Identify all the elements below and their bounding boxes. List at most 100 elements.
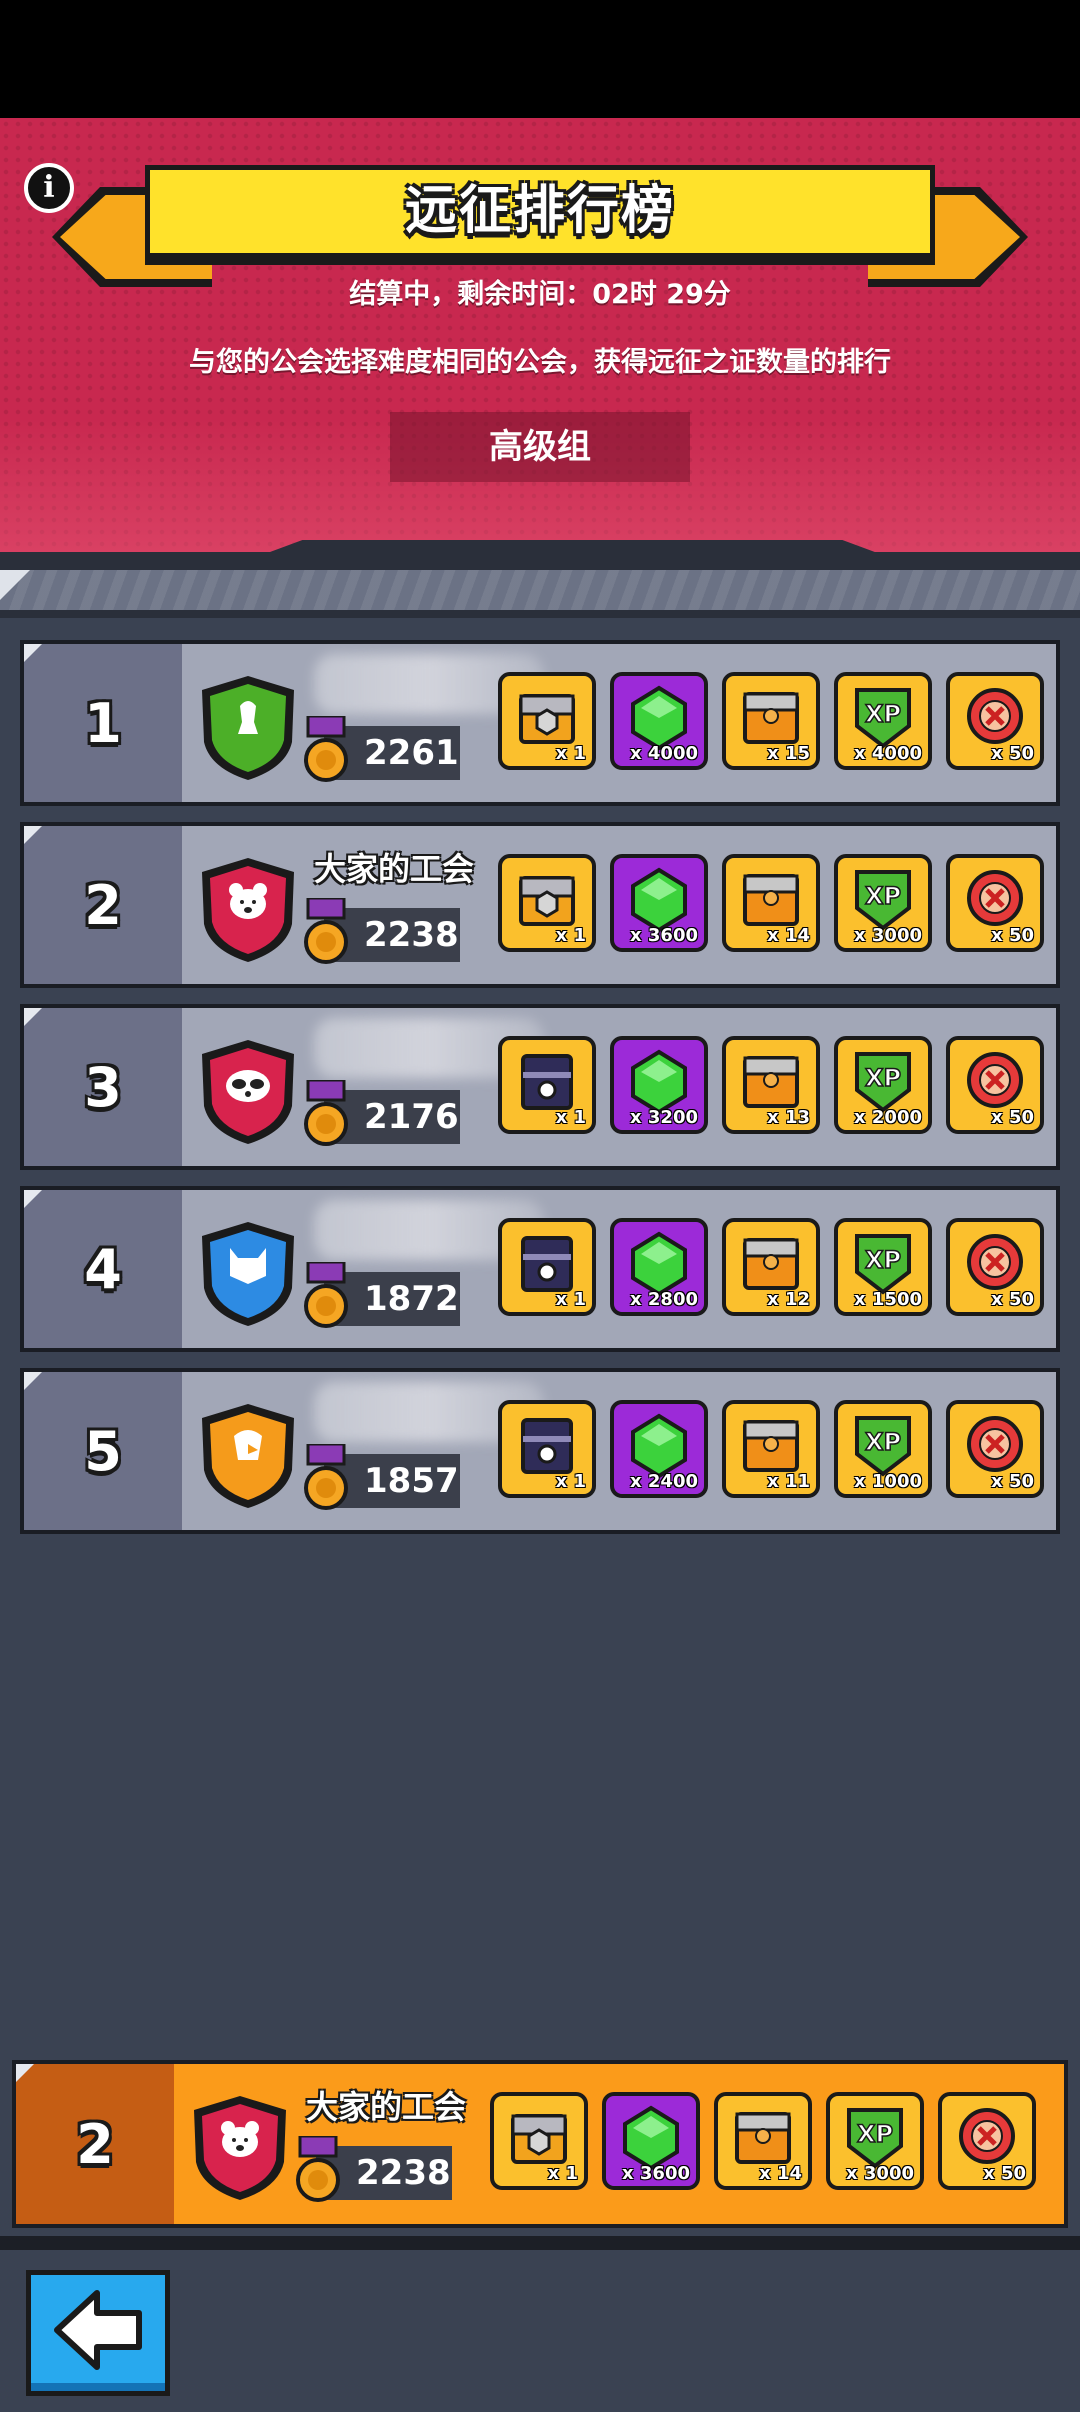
ranking-row[interactable]: 5 1857 x 1x 2400 x 11 XP x 1000 x 50 [20, 1368, 1060, 1534]
medal-icon [294, 2134, 342, 2208]
countdown-timer: 结算中，剩余时间：02时 29分 [349, 279, 731, 310]
reward-quantity: x 50 [991, 925, 1034, 946]
reward-quantity: x 2000 [854, 1107, 922, 1128]
rank-number: 4 [24, 1190, 182, 1348]
reward-quantity: x 4000 [854, 743, 922, 764]
reward-quantity: x 50 [991, 1289, 1034, 1310]
ranking-list[interactable]: 1 2261 x 1x 4000 x 15 XP x 4000 x 50 2 大家的工会 2238… [20, 640, 1060, 1550]
reward-quantity: x 3000 [854, 925, 922, 946]
reward-quantity: x 50 [983, 2163, 1026, 2184]
raccoon-guild-badge-icon[interactable] [196, 1036, 300, 1148]
ranking-row[interactable]: 3 2176 x 1x 3200 x 13 XP x 2000 x 50 [20, 1004, 1060, 1170]
reward-quantity: x 1 [555, 1289, 586, 1310]
bear-guild-badge-icon[interactable] [196, 854, 300, 966]
svg-text:XP: XP [857, 2120, 893, 2148]
reward-list: x 1 x 2800 x 12 XP x 1500 x 50 [498, 1218, 1044, 1316]
reward-quantity: x 12 [767, 1289, 810, 1310]
rank-number: 3 [24, 1008, 182, 1166]
medal-icon [302, 1260, 350, 1334]
medal-icon [302, 1442, 350, 1516]
reward-quantity: x 15 [767, 743, 810, 764]
reward-gem[interactable]: x 2400 [610, 1400, 708, 1498]
reward-list: x 1 x 3600 x 14 XP x 3000 x 50 [490, 2092, 1036, 2190]
svg-text:XP: XP [865, 700, 901, 728]
back-button[interactable] [26, 2270, 170, 2396]
medal-icon [302, 1078, 350, 1152]
reward-quantity: x 3200 [630, 1107, 698, 1128]
cat-guild-badge-icon[interactable] [196, 1218, 300, 1330]
my-guild-row[interactable]: 2 大家的工会 2238 x 1x 3600 x 14 XP x 3000 x 50 [12, 2060, 1068, 2228]
medal-icon [302, 896, 350, 970]
reward-quantity: x 1 [555, 1107, 586, 1128]
reward-xp[interactable]: XP x 3000 [826, 2092, 924, 2190]
reward-quantity: x 13 [767, 1107, 810, 1128]
reward-quantity: x 11 [767, 1471, 810, 1492]
rank-number: 5 [24, 1372, 182, 1530]
reward-token[interactable]: x 50 [946, 672, 1044, 770]
reward-xp[interactable]: XP x 4000 [834, 672, 932, 770]
reward-quantity: x 50 [991, 1107, 1034, 1128]
ranking-row[interactable]: 2 大家的工会 2238 x 1x 3600 x 14 XP x 3000 x 50 [20, 822, 1060, 988]
reward-quantity: x 2800 [630, 1289, 698, 1310]
reward-chest-dark[interactable]: x 1 [498, 1400, 596, 1498]
reward-token[interactable]: x 50 [938, 2092, 1036, 2190]
reward-quantity: x 1 [547, 2163, 578, 2184]
reward-quantity: x 3600 [630, 925, 698, 946]
guild-name: 大家的工会 [314, 850, 475, 888]
reward-quantity: x 1000 [854, 1471, 922, 1492]
reward-chest-gold[interactable]: x 1 [498, 672, 596, 770]
reward-chest-small[interactable]: x 14 [722, 854, 820, 952]
ranking-description: 与您的公会选择难度相同的公会，获得远征之证数量的排行 [189, 347, 891, 378]
bird-guild-badge-icon[interactable] [196, 672, 300, 784]
reward-quantity: x 1 [555, 925, 586, 946]
reward-token[interactable]: x 50 [946, 1218, 1044, 1316]
reward-token[interactable]: x 50 [946, 1400, 1044, 1498]
group-label: 高级组 [390, 412, 690, 482]
reward-quantity: x 1500 [854, 1289, 922, 1310]
reward-list: x 1 x 4000 x 15 XP x 4000 x 50 [498, 672, 1044, 770]
medal-icon [302, 714, 350, 788]
reward-xp[interactable]: XP x 3000 [834, 854, 932, 952]
reward-xp[interactable]: XP x 1000 [834, 1400, 932, 1498]
reward-list: x 1 x 3600 x 14 XP x 3000 x 50 [498, 854, 1044, 952]
reward-xp[interactable]: XP x 2000 [834, 1036, 932, 1134]
reward-gem[interactable]: x 3600 [610, 854, 708, 952]
list-header-band [0, 570, 1080, 618]
info-icon[interactable]: i [24, 163, 74, 213]
reward-gem[interactable]: x 2800 [610, 1218, 708, 1316]
reward-token[interactable]: x 50 [946, 1036, 1044, 1134]
reward-chest-dark[interactable]: x 1 [498, 1218, 596, 1316]
page-title: 远征排行榜 [404, 181, 675, 241]
reward-gem[interactable]: x 3600 [602, 2092, 700, 2190]
ranking-row[interactable]: 1 2261 x 1x 4000 x 15 XP x 4000 x 50 [20, 640, 1060, 806]
reward-chest-dark[interactable]: x 1 [498, 1036, 596, 1134]
reward-chest-gold[interactable]: x 1 [490, 2092, 588, 2190]
reward-xp[interactable]: XP x 1500 [834, 1218, 932, 1316]
reward-chest-small[interactable]: x 13 [722, 1036, 820, 1134]
reward-quantity: x 50 [991, 1471, 1034, 1492]
reward-gem[interactable]: x 4000 [610, 672, 708, 770]
reward-chest-small[interactable]: x 11 [722, 1400, 820, 1498]
reward-quantity: x 3000 [846, 2163, 914, 2184]
reward-quantity: x 3600 [622, 2163, 690, 2184]
title-banner: 远征排行榜 [145, 165, 935, 265]
reward-quantity: x 2400 [630, 1471, 698, 1492]
reward-chest-small[interactable]: x 15 [722, 672, 820, 770]
reward-chest-gold[interactable]: x 1 [498, 854, 596, 952]
reward-quantity: x 1 [555, 743, 586, 764]
rank-number: 1 [24, 644, 182, 802]
bottom-divider [0, 2236, 1080, 2250]
ranking-row[interactable]: 4 1872 x 1x 2800 x 12 XP x 1500 x 50 [20, 1186, 1060, 1352]
bear-guild-badge-icon[interactable] [188, 2092, 292, 2204]
reward-token[interactable]: x 50 [946, 854, 1044, 952]
eagle-guild-badge-icon[interactable] [196, 1400, 300, 1512]
svg-text:XP: XP [865, 882, 901, 910]
reward-gem[interactable]: x 3200 [610, 1036, 708, 1134]
reward-chest-small[interactable]: x 12 [722, 1218, 820, 1316]
svg-text:XP: XP [865, 1246, 901, 1274]
back-arrow-icon [54, 2290, 142, 2370]
reward-chest-small[interactable]: x 14 [714, 2092, 812, 2190]
rank-number: 2 [24, 826, 182, 984]
reward-quantity: x 14 [767, 925, 810, 946]
reward-quantity: x 14 [759, 2163, 802, 2184]
